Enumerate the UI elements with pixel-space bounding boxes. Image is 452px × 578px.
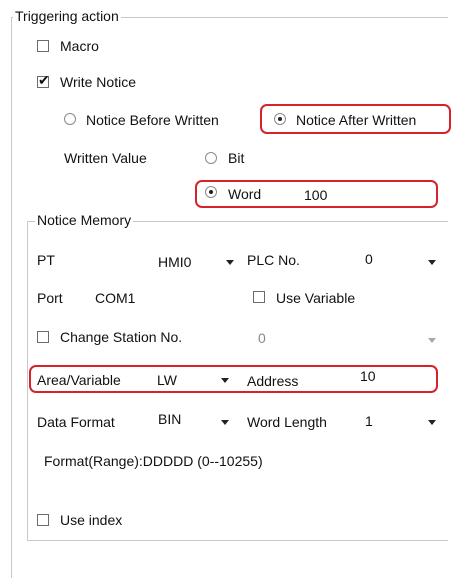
word-length-label: Word Length [247,414,327,430]
area-dropdown-icon[interactable] [221,378,229,383]
written-value-label: Written Value [64,150,147,166]
port-label: Port [37,290,63,306]
station-dropdown-icon [428,338,436,343]
address-input[interactable]: 10 [360,368,376,384]
area-select[interactable]: LW [157,372,177,388]
plc-no-select[interactable]: 0 [365,251,373,267]
word-label[interactable]: Word [228,186,261,202]
pt-select[interactable]: HMI0 [158,254,191,270]
plc-no-dropdown-icon[interactable] [428,260,436,265]
notice-after-label[interactable]: Notice After Written [296,112,416,128]
macro-checkbox[interactable] [37,40,49,52]
station-no-select: 0 [258,330,266,346]
notice-after-radio[interactable] [274,113,286,125]
bit-radio[interactable] [205,152,217,164]
plc-no-label: PLC No. [247,252,300,268]
write-notice-label[interactable]: Write Notice [60,74,136,90]
word-length-select[interactable]: 1 [365,413,373,429]
data-format-dropdown-icon[interactable] [221,420,229,425]
address-label: Address [247,373,299,389]
area-variable-label: Area/Variable [37,372,121,388]
format-range-text: Format(Range):DDDDD (0--10255) [44,453,263,469]
notice-before-label[interactable]: Notice Before Written [86,112,219,128]
data-format-select[interactable]: BIN [158,411,181,427]
bit-label[interactable]: Bit [228,150,244,166]
pt-dropdown-icon[interactable] [226,260,234,265]
use-index-label[interactable]: Use index [60,512,122,528]
triggering-action-legend: Triggering action [13,8,121,24]
use-index-checkbox[interactable] [37,514,49,526]
change-station-label[interactable]: Change Station No. [60,329,182,345]
write-notice-checkbox[interactable]: ✔ [37,72,50,88]
change-station-checkbox[interactable] [37,331,49,343]
word-length-dropdown-icon[interactable] [428,420,436,425]
port-value: COM1 [95,290,136,306]
use-variable-label[interactable]: Use Variable [276,290,355,306]
pt-label: PT [37,252,55,268]
word-radio[interactable] [205,186,217,198]
data-format-label: Data Format [37,414,115,430]
macro-label[interactable]: Macro [60,38,99,54]
notice-before-radio[interactable] [64,113,76,125]
checkmark-icon: ✔ [38,72,50,88]
use-variable-checkbox[interactable] [253,291,265,303]
notice-memory-legend: Notice Memory [35,212,134,228]
word-value-input[interactable]: 100 [304,187,327,203]
